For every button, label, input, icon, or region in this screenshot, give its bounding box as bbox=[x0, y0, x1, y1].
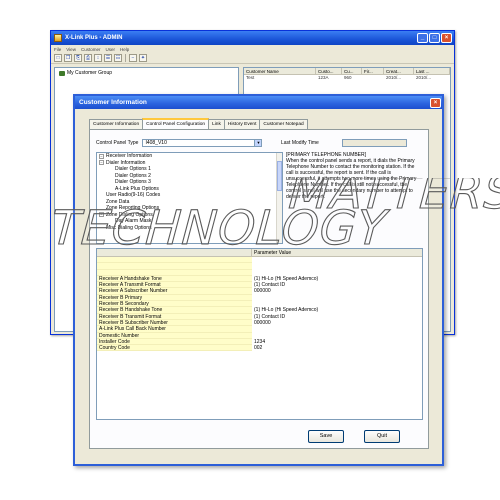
minimize-icon[interactable]: _ bbox=[417, 33, 428, 43]
toolbar-separator bbox=[125, 54, 126, 62]
new-file-icon[interactable]: □ bbox=[54, 54, 62, 62]
scrollbar-thumb[interactable] bbox=[277, 161, 282, 191]
details-view-icon[interactable]: ☷ bbox=[114, 54, 122, 62]
tree-item-my-customer-group[interactable]: My Customer Group bbox=[55, 68, 238, 78]
dialog-title-bar[interactable]: Customer Information × bbox=[75, 96, 442, 109]
column-created[interactable]: Creat... bbox=[384, 68, 414, 74]
column-parameter-name bbox=[97, 249, 252, 256]
group-icon bbox=[59, 70, 65, 76]
configuration-options-tree[interactable]: − Receiver Information − Dialer Information… bbox=[96, 152, 283, 244]
close-icon[interactable]: × bbox=[441, 33, 452, 43]
tab-history-event[interactable]: History Event bbox=[223, 119, 261, 129]
cell-created: 2010/... bbox=[386, 75, 402, 80]
dialog-title: Customer Information bbox=[79, 99, 147, 106]
column-parameter-value: Parameter Value bbox=[254, 250, 292, 256]
cell-customer-name: Test bbox=[246, 75, 255, 80]
column-customer-id[interactable]: Custo... bbox=[316, 68, 342, 74]
customer-information-dialog: Customer Information × Customer Informat… bbox=[73, 94, 444, 466]
tab-strip: Customer Information Control Panel Confi… bbox=[89, 118, 308, 129]
control-panel-type-label: Control Panel Type bbox=[96, 140, 139, 146]
column-cu[interactable]: Cu... bbox=[342, 68, 362, 74]
maximize-icon[interactable]: □ bbox=[429, 33, 440, 43]
menu-bar: File View Customer User Help bbox=[51, 45, 454, 53]
paste-icon[interactable]: ⎘ bbox=[74, 54, 82, 62]
parameter-grid-header: Parameter Value bbox=[97, 249, 422, 257]
option-label: Misc Dialing Options bbox=[106, 224, 152, 231]
parameter-name: Country Code bbox=[97, 345, 252, 352]
menu-help[interactable]: Help bbox=[120, 47, 129, 52]
tab-control-panel-configuration[interactable]: Control Panel Configuration bbox=[142, 118, 210, 129]
dialog-close-icon[interactable]: × bbox=[430, 97, 441, 108]
control-panel-type-value: I408_V10 bbox=[145, 140, 167, 146]
collapse-icon[interactable]: − bbox=[99, 212, 104, 218]
main-window-title: X-Link Plus - ADMIN bbox=[65, 35, 123, 41]
menu-user[interactable]: User bbox=[105, 47, 115, 52]
cell-customer-id: 123A bbox=[318, 75, 329, 80]
window-controls: _ □ × bbox=[417, 33, 452, 43]
cell-cu: 960 bbox=[344, 75, 352, 80]
customer-list-header: Customer Name Custo... Cu... Fir... Crea… bbox=[244, 68, 450, 75]
dash-icon[interactable]: − bbox=[129, 54, 137, 62]
copy-icon[interactable]: ❐ bbox=[64, 54, 72, 62]
options-list: − Receiver Information − Dialer Information… bbox=[97, 153, 282, 231]
main-title-bar[interactable]: X-Link Plus - ADMIN _ □ × bbox=[51, 31, 454, 45]
list-view-icon[interactable]: ☰ bbox=[104, 54, 112, 62]
parameter-grid[interactable]: Parameter Value Receiver A Handshake Ton… bbox=[96, 248, 423, 420]
cell-first bbox=[362, 75, 384, 81]
control-panel-type-row: Control Panel Type I408_V10 ▼ bbox=[96, 139, 263, 147]
column-first[interactable]: Fir... bbox=[362, 68, 384, 74]
table-row[interactable]: Country Code 002 bbox=[97, 345, 422, 352]
control-panel-type-select[interactable]: I408_V10 ▼ bbox=[142, 139, 263, 147]
tab-customer-information[interactable]: Customer Information bbox=[89, 119, 144, 129]
toolbar: □ ❐ ⎘ ⎙ ↕ ☰ ☷ − ✦ bbox=[51, 53, 454, 64]
list-item[interactable]: Test 123A 960 2010/... 2010/... bbox=[244, 75, 450, 81]
column-last[interactable]: Last ... bbox=[414, 68, 450, 74]
app-icon bbox=[54, 34, 62, 42]
menu-customer[interactable]: Customer bbox=[81, 47, 101, 52]
print-icon[interactable]: ⎙ bbox=[84, 54, 92, 62]
tab-link[interactable]: Link bbox=[208, 119, 225, 129]
cell-last: 2010/... bbox=[416, 75, 432, 80]
parameter-rows: Receiver A Handshake Tone (1) Hi-Lo (Hi S… bbox=[97, 257, 422, 352]
list-item[interactable]: Misc Dialing Options bbox=[97, 225, 282, 232]
last-modify-time-field bbox=[342, 139, 407, 147]
quit-button[interactable]: Quit bbox=[364, 430, 400, 443]
collapse-icon[interactable]: − bbox=[99, 160, 104, 166]
menu-file[interactable]: File bbox=[54, 47, 61, 52]
column-customer-name[interactable]: Customer Name bbox=[244, 68, 316, 74]
connect-icon[interactable]: ✦ bbox=[139, 54, 147, 62]
menu-view[interactable]: View bbox=[66, 47, 76, 52]
tab-customer-notepad[interactable]: Customer Notepad bbox=[259, 119, 308, 129]
last-modify-time-label: Last Modify Time bbox=[281, 140, 319, 146]
save-button[interactable]: Save bbox=[308, 430, 344, 443]
control-panel-configuration-panel: Control Panel Type I408_V10 ▼ Last Modif… bbox=[89, 129, 429, 449]
description-body: When the control panel sends a report, i… bbox=[286, 158, 417, 200]
tree-root-label: My Customer Group bbox=[67, 70, 113, 76]
parameter-value[interactable]: 002 bbox=[252, 345, 422, 351]
collapse-icon[interactable]: − bbox=[99, 153, 104, 159]
sort-icon[interactable]: ↕ bbox=[94, 54, 102, 62]
chevron-down-icon[interactable]: ▼ bbox=[254, 140, 262, 146]
parameter-description: [PRIMARY TELEPHONE NUMBER] When the cont… bbox=[286, 152, 420, 247]
options-scrollbar[interactable] bbox=[276, 153, 282, 243]
